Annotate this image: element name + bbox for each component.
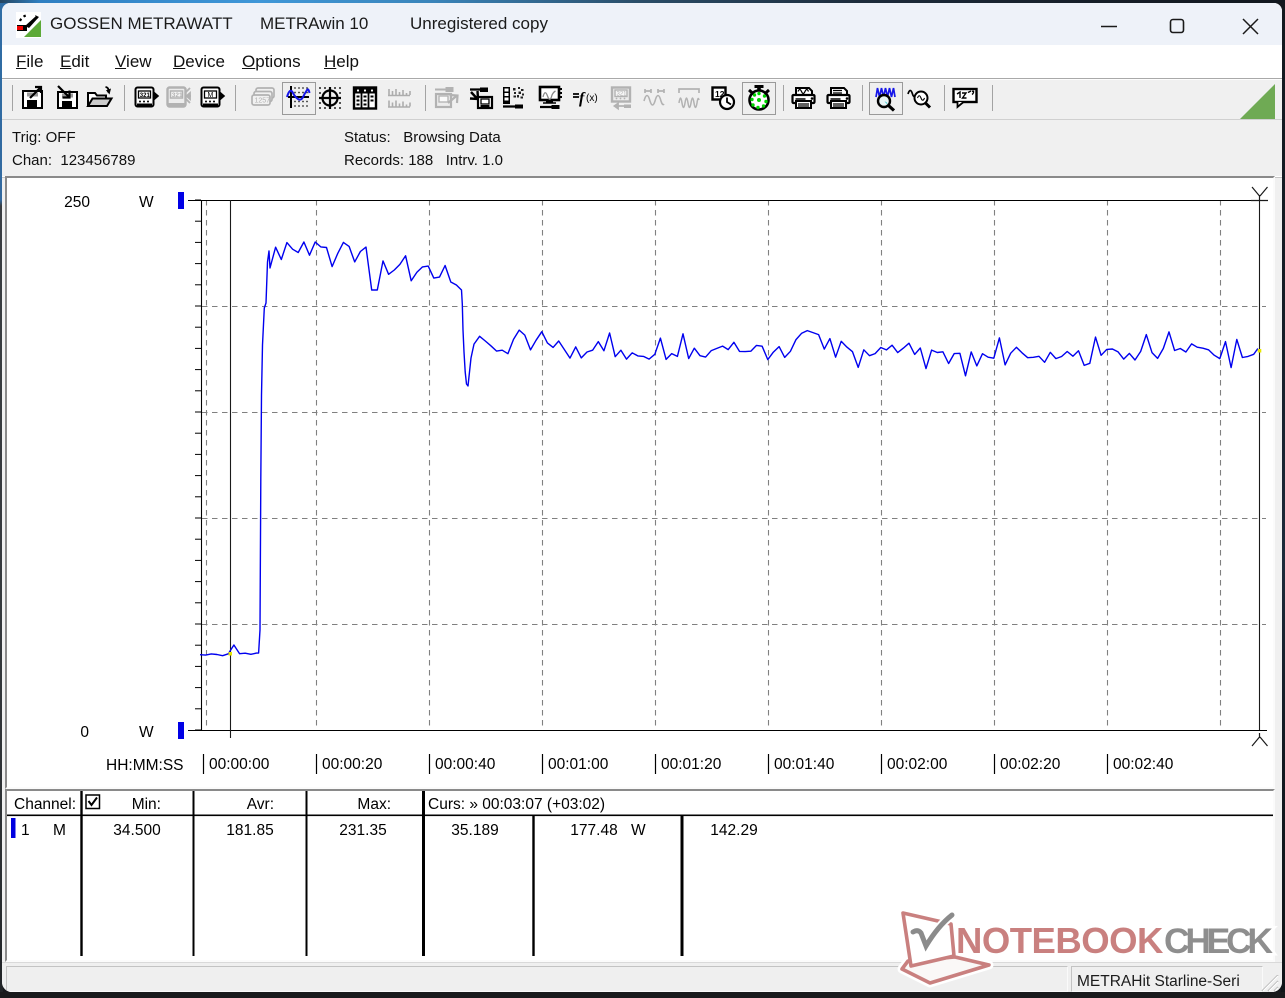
svg-text:321: 321 [617,92,628,98]
svg-text:00:02:40: 00:02:40 [1113,756,1174,773]
svg-text:321: 321 [172,92,183,99]
svg-text:W: W [139,194,154,211]
svg-text:00:00:00: 00:00:00 [209,756,270,773]
svg-text:f: f [579,90,586,107]
svg-text:1: 1 [21,822,30,839]
svg-text:CHECK: CHECK [1164,921,1273,961]
svg-text:00:01:40: 00:01:40 [774,756,835,773]
svg-text:W: W [139,724,154,741]
svg-text:00:01:20: 00:01:20 [661,756,722,773]
svg-text:00:00:40: 00:00:40 [435,756,496,773]
svg-text:Min:: Min: [132,796,161,813]
svg-text:250: 250 [64,194,90,211]
svg-text:Curs: » 00:03:07 (+03:02): Curs: » 00:03:07 (+03:02) [428,796,605,813]
svg-text:00:02:20: 00:02:20 [1000,756,1061,773]
svg-text:(x): (x) [586,93,598,104]
svg-text:W: W [631,822,646,839]
svg-text:00:01:00: 00:01:00 [548,756,609,773]
svg-text:35.189: 35.189 [451,822,498,839]
svg-text:181.85: 181.85 [226,822,273,839]
svg-text:NOTEBOOK: NOTEBOOK [956,920,1164,961]
svg-text:142.29: 142.29 [710,822,757,839]
svg-text:321: 321 [140,93,151,99]
svg-text:34.500: 34.500 [113,822,161,839]
svg-text:00:00:20: 00:00:20 [322,756,383,773]
svg-text:Avr:: Avr: [247,796,274,813]
svg-text:M: M [53,822,66,839]
svg-text:177.48: 177.48 [570,822,617,839]
svg-text:Max:: Max: [357,796,391,813]
svg-text:M: M [208,92,214,99]
svg-text:231.35: 231.35 [339,822,386,839]
svg-text:Channel:: Channel: [14,796,76,813]
svg-text:0: 0 [80,724,89,741]
svg-text:HH:MM:SS: HH:MM:SS [106,757,184,774]
svg-text:00:02:00: 00:02:00 [887,756,948,773]
svg-text:1257: 1257 [255,98,271,105]
